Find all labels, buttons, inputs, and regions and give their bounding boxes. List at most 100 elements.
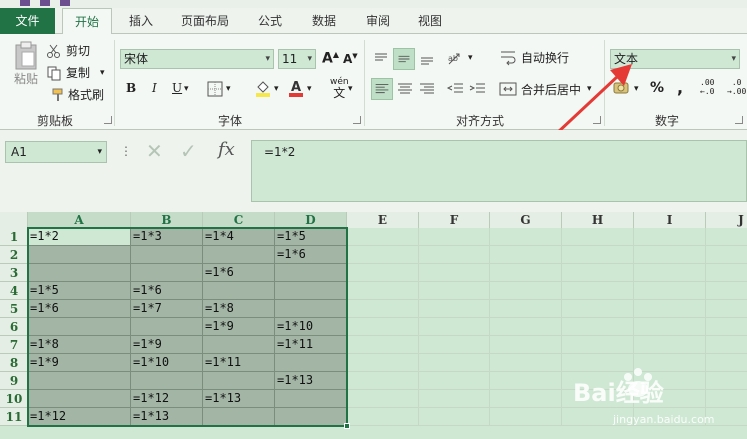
cell-c10[interactable]: =1*13	[203, 390, 275, 408]
cell-f7[interactable]	[419, 336, 490, 354]
cell-h3[interactable]	[562, 264, 634, 282]
cell-e2[interactable]	[347, 246, 419, 264]
cell-e10[interactable]	[347, 390, 419, 408]
align-top-icon[interactable]	[371, 49, 391, 69]
copy-button[interactable]: 复制 ▾	[46, 64, 105, 81]
cell-c5[interactable]: =1*8	[203, 300, 275, 318]
phonetic-button[interactable]: wén 文	[330, 78, 349, 100]
cell-f1[interactable]	[419, 228, 490, 246]
cell-h4[interactable]	[562, 282, 634, 300]
cell-d7[interactable]: =1*11	[275, 336, 347, 354]
cell-a1[interactable]: =1*2	[28, 228, 131, 246]
font-color-icon[interactable]: A	[287, 79, 305, 97]
cell-e3[interactable]	[347, 264, 419, 282]
cell-i1[interactable]	[634, 228, 706, 246]
borders-icon[interactable]	[207, 81, 223, 97]
redo-icon[interactable]	[60, 0, 70, 6]
cell-j6[interactable]	[706, 318, 747, 336]
row-header-10[interactable]: 10	[0, 390, 28, 408]
comma-style-button[interactable]: ,	[677, 78, 683, 97]
number-dialog-launcher-icon[interactable]	[735, 116, 743, 124]
row-header-5[interactable]: 5	[0, 300, 28, 318]
column-header-c[interactable]: C	[203, 212, 275, 228]
name-box[interactable]: A1 ▾	[5, 141, 107, 163]
cell-c1[interactable]: =1*4	[203, 228, 275, 246]
font-size-select[interactable]: 11 ▾	[278, 49, 316, 69]
row-header-9[interactable]: 9	[0, 372, 28, 390]
cell-g1[interactable]	[490, 228, 562, 246]
cell-d9[interactable]: =1*13	[275, 372, 347, 390]
column-header-h[interactable]: H	[562, 212, 634, 228]
cell-f11[interactable]	[419, 408, 490, 426]
clipboard-dialog-launcher-icon[interactable]	[104, 116, 112, 124]
cell-f4[interactable]	[419, 282, 490, 300]
borders-dropdown-icon[interactable]: ▾	[226, 84, 231, 94]
fill-color-dropdown-icon[interactable]: ▾	[274, 84, 279, 94]
cell-i5[interactable]	[634, 300, 706, 318]
save-icon[interactable]	[20, 0, 30, 6]
column-header-b[interactable]: B	[131, 212, 203, 228]
cell-d10[interactable]	[275, 390, 347, 408]
cell-e11[interactable]	[347, 408, 419, 426]
decrease-decimal-button[interactable]: .0 →.00	[727, 78, 746, 96]
row-header-1[interactable]: 1	[0, 228, 28, 246]
bold-button[interactable]: B	[126, 81, 136, 95]
orientation-dropdown-icon[interactable]: ▾	[468, 53, 473, 63]
orientation-icon[interactable]: ab	[446, 49, 468, 69]
cell-a9[interactable]	[28, 372, 131, 390]
cell-j5[interactable]	[706, 300, 747, 318]
row-header-7[interactable]: 7	[0, 336, 28, 354]
cell-j2[interactable]	[706, 246, 747, 264]
font-dialog-launcher-icon[interactable]	[353, 116, 361, 124]
decrease-indent-icon[interactable]	[446, 79, 466, 99]
cell-h1[interactable]	[562, 228, 634, 246]
cell-a5[interactable]: =1*6	[28, 300, 131, 318]
cell-b11[interactable]: =1*13	[131, 408, 203, 426]
align-right-icon[interactable]	[417, 79, 437, 99]
font-color-dropdown-icon[interactable]: ▾	[307, 84, 312, 94]
cell-a11[interactable]: =1*12	[28, 408, 131, 426]
cell-e7[interactable]	[347, 336, 419, 354]
cell-b2[interactable]	[131, 246, 203, 264]
cell-h2[interactable]	[562, 246, 634, 264]
tab-insert[interactable]: 插入	[118, 8, 164, 34]
select-all-corner[interactable]	[0, 212, 28, 228]
align-bottom-icon[interactable]	[417, 49, 437, 69]
insert-function-button[interactable]: fx	[218, 139, 235, 160]
cell-a7[interactable]: =1*8	[28, 336, 131, 354]
cell-g5[interactable]	[490, 300, 562, 318]
row-header-6[interactable]: 6	[0, 318, 28, 336]
shrink-font-button[interactable]: A▼	[343, 52, 358, 66]
cell-f2[interactable]	[419, 246, 490, 264]
cell-f3[interactable]	[419, 264, 490, 282]
cell-a10[interactable]	[28, 390, 131, 408]
cell-f5[interactable]	[419, 300, 490, 318]
cell-g3[interactable]	[490, 264, 562, 282]
column-header-g[interactable]: G	[490, 212, 562, 228]
cell-c7[interactable]	[203, 336, 275, 354]
column-header-j[interactable]: J	[706, 212, 747, 228]
cell-h6[interactable]	[562, 318, 634, 336]
cell-c4[interactable]	[203, 282, 275, 300]
column-header-e[interactable]: E	[347, 212, 419, 228]
cell-b8[interactable]: =1*10	[131, 354, 203, 372]
cell-e1[interactable]	[347, 228, 419, 246]
paste-button[interactable]: 粘贴	[8, 40, 44, 87]
underline-button[interactable]: U	[172, 81, 182, 95]
underline-dropdown-icon[interactable]: ▾	[184, 84, 189, 94]
cell-j4[interactable]	[706, 282, 747, 300]
cell-e6[interactable]	[347, 318, 419, 336]
cell-b7[interactable]: =1*9	[131, 336, 203, 354]
enter-icon[interactable]: ✓	[180, 139, 197, 163]
cell-e9[interactable]	[347, 372, 419, 390]
grow-font-button[interactable]: A▲	[322, 50, 339, 67]
tab-file[interactable]: 文件	[0, 8, 55, 34]
column-header-i[interactable]: I	[634, 212, 706, 228]
cell-d3[interactable]	[275, 264, 347, 282]
cell-g4[interactable]	[490, 282, 562, 300]
cell-d8[interactable]	[275, 354, 347, 372]
undo-icon[interactable]	[40, 0, 50, 6]
cell-c3[interactable]: =1*6	[203, 264, 275, 282]
cell-e5[interactable]	[347, 300, 419, 318]
cell-b1[interactable]: =1*3	[131, 228, 203, 246]
